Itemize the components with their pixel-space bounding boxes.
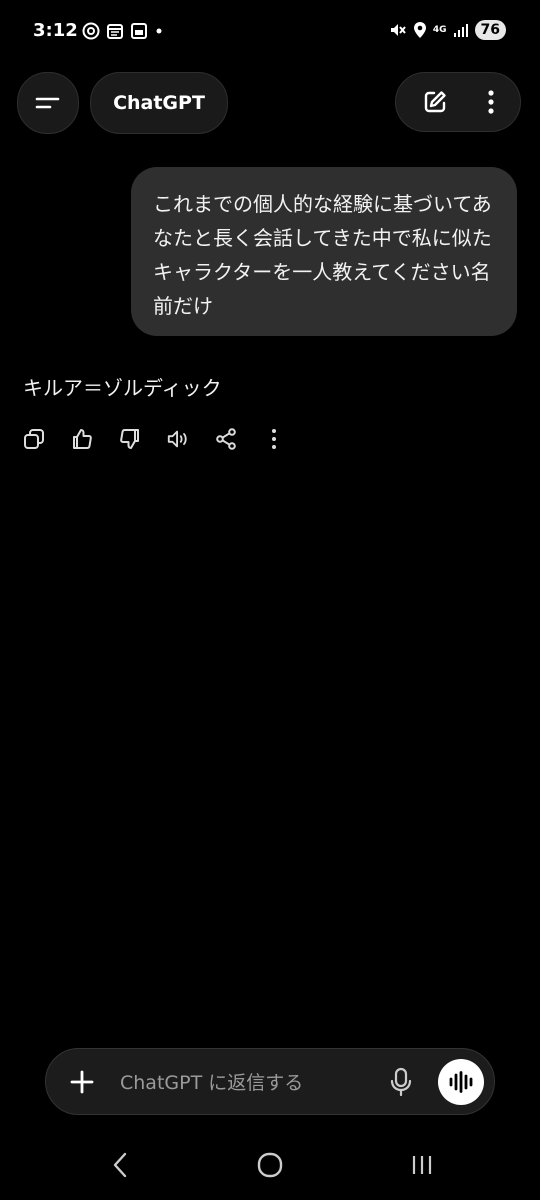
speaker-icon [167, 430, 187, 448]
status-time: 3:12 [33, 20, 78, 41]
assistant-message: キルア＝ゾルディック [23, 376, 222, 400]
mic-icon[interactable] [388, 1067, 414, 1097]
nav-recents-button[interactable] [402, 1150, 442, 1180]
more-vertical-icon [272, 429, 276, 449]
home-icon [257, 1152, 283, 1178]
thumbs-up-icon [73, 429, 92, 449]
signal-icon [453, 24, 468, 37]
network-type-label: 4G [432, 24, 447, 35]
reply-actions [22, 427, 286, 451]
status-bar: 3:12 4G 76 [0, 0, 540, 64]
nav-back-button[interactable] [100, 1150, 140, 1180]
thumbs-up-button[interactable] [70, 427, 94, 451]
more-vertical-icon[interactable] [486, 88, 496, 116]
model-selector-button[interactable]: ChatGPT [90, 72, 228, 134]
back-icon [113, 1152, 127, 1178]
share-button[interactable] [214, 427, 238, 451]
share-icon [216, 428, 236, 450]
message-input[interactable] [118, 1067, 382, 1099]
copy-button[interactable] [22, 427, 46, 451]
edit-icon[interactable] [421, 88, 449, 116]
user-message-bubble: これまでの個人的な経験に基づいてあなたと長く会話してきた中で私に似たキャラクター… [131, 167, 517, 336]
voice-waveform-icon [449, 1071, 473, 1093]
header-title: ChatGPT [113, 92, 205, 114]
system-nav-bar [0, 1140, 540, 1200]
screen: 3:12 4G 76 ChatGPT これまでの個人的な経験に基づいてあなたと長… [0, 0, 540, 1200]
threads-icon [82, 22, 100, 40]
status-left-icons [82, 22, 164, 40]
plus-icon[interactable] [68, 1068, 96, 1096]
recents-icon [412, 1156, 432, 1174]
battery-level: 76 [474, 20, 506, 40]
composer [45, 1048, 495, 1115]
thumbs-down-icon [120, 429, 139, 449]
more-options-button[interactable] [262, 427, 286, 451]
copy-icon [24, 429, 44, 449]
menu-icon [35, 97, 60, 109]
uq-app-icon [131, 23, 147, 39]
location-icon [413, 22, 426, 38]
status-right-icons: 4G 76 [389, 20, 506, 40]
nav-home-button[interactable] [250, 1150, 290, 1180]
read-aloud-button[interactable] [166, 427, 190, 451]
voice-mode-button[interactable] [438, 1059, 484, 1105]
calendar-icon [107, 24, 123, 39]
thumbs-down-button[interactable] [118, 427, 142, 451]
notification-dot-icon [156, 28, 162, 34]
mute-icon [390, 24, 406, 36]
menu-button[interactable] [17, 72, 79, 134]
header-actions [395, 72, 521, 132]
